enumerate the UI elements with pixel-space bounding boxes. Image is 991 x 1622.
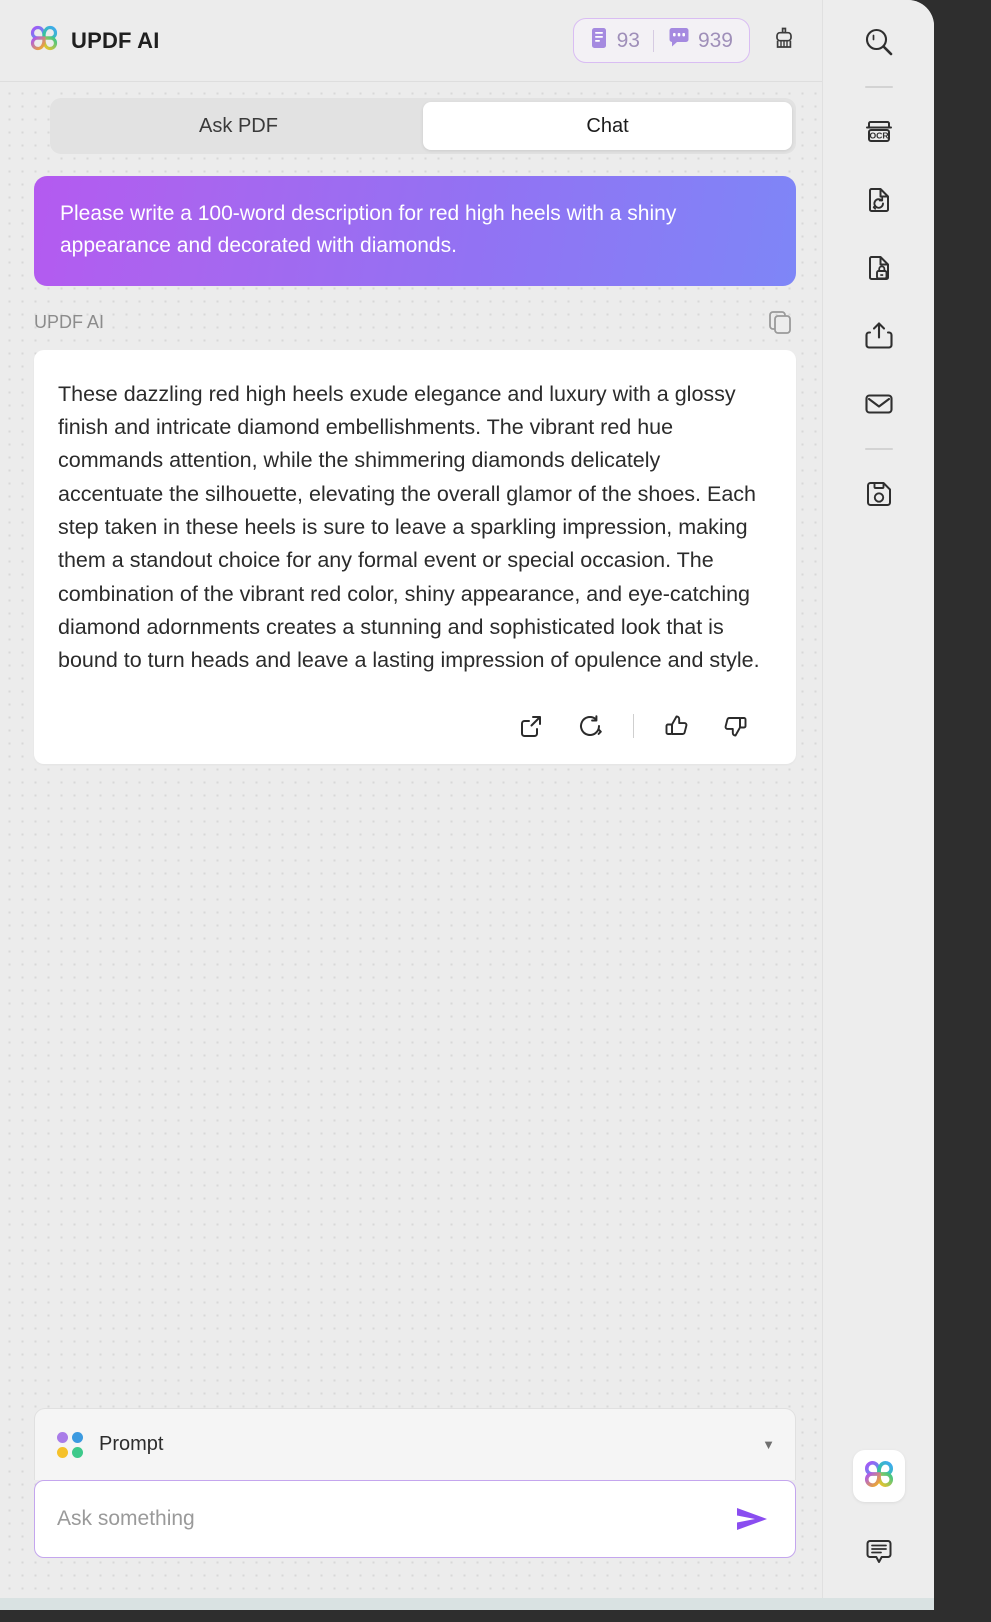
external-link-icon[interactable] (515, 709, 549, 743)
rail-divider-2 (864, 448, 893, 450)
send-arrow-icon[interactable] (729, 1499, 775, 1539)
svg-text:OCR: OCR (869, 130, 889, 140)
bottom-strip (0, 1598, 934, 1610)
updf-panel: UPDF AI 93 939 Ask PDF Chat Please write… (0, 0, 934, 1610)
mode-tabs: Ask PDF Chat (50, 98, 796, 154)
header-right: 93 939 (572, 18, 800, 63)
comment-bubble-icon (862, 1535, 896, 1574)
assistant-label: UPDF AI (34, 312, 105, 333)
assistant-message-text: These dazzling red high heels exude eleg… (58, 381, 760, 673)
messages-count-value: 939 (697, 28, 733, 52)
assistant-header-row: UPDF AI (34, 306, 796, 340)
document-lock-icon (862, 251, 896, 290)
rail-protect[interactable] (853, 244, 905, 296)
chat-body: Ask PDF Chat Please write a 100-word des… (0, 82, 822, 1610)
rail-search[interactable] (853, 18, 905, 70)
actions-divider (633, 713, 634, 738)
four-color-dots-icon (57, 1431, 83, 1458)
usage-counts-badge: 93 939 (572, 18, 750, 63)
tab-ask-pdf[interactable]: Ask PDF (54, 102, 423, 150)
share-upload-icon (862, 319, 896, 358)
prompt-selector[interactable]: Prompt ▼ (34, 1408, 796, 1480)
convert-document-icon (862, 183, 896, 222)
copy-icon[interactable] (766, 308, 796, 338)
ocr-icon: OCR (862, 115, 896, 154)
thumbs-down-icon[interactable] (718, 709, 752, 743)
counts-divider (652, 29, 654, 52)
chat-header: UPDF AI 93 939 (0, 0, 822, 82)
composer: Prompt ▼ (34, 1408, 796, 1558)
brush-icon[interactable] (768, 23, 800, 59)
updf-clover-logo-icon (28, 22, 60, 59)
floppy-save-icon (862, 477, 896, 516)
rail-comments[interactable] (853, 1528, 905, 1580)
rail-updf-ai[interactable] (852, 1450, 905, 1502)
chevron-down-icon[interactable]: ▼ (762, 1437, 775, 1452)
app-window: UPDF AI 93 939 Ask PDF Chat Please write… (0, 0, 991, 1622)
ask-input[interactable] (57, 1507, 729, 1531)
page-title: UPDF AI (71, 27, 160, 53)
refresh-icon[interactable] (573, 709, 607, 743)
tab-chat[interactable]: Chat (423, 102, 792, 150)
search-icon (862, 25, 896, 64)
assistant-actions (58, 704, 766, 748)
thumbs-up-icon[interactable] (660, 709, 694, 743)
tool-rail: OCR (822, 0, 934, 1610)
assistant-answer-card: These dazzling red high heels exude eleg… (34, 349, 796, 764)
chat-column: UPDF AI 93 939 Ask PDF Chat Please write… (0, 0, 822, 1610)
rail-email[interactable] (853, 380, 905, 432)
document-pages-icon (590, 27, 610, 54)
pages-count-value: 93 (616, 28, 640, 52)
envelope-icon (862, 387, 896, 426)
brand: UPDF AI (28, 22, 160, 59)
updf-clover-logo-icon (862, 1457, 896, 1496)
pages-count: 93 (590, 27, 640, 54)
rail-share[interactable] (853, 312, 905, 364)
window-frame (931, 0, 991, 1622)
rail-convert[interactable] (853, 176, 905, 228)
rail-ocr[interactable]: OCR (853, 108, 905, 160)
ask-input-box[interactable] (34, 1480, 796, 1558)
rail-save[interactable] (853, 470, 905, 522)
messages-count: 939 (667, 27, 733, 54)
chat-bubble-icon (667, 27, 691, 54)
prompt-label: Prompt (99, 1433, 164, 1455)
user-message-bubble: Please write a 100-word description for … (34, 176, 796, 286)
rail-divider-1 (864, 86, 893, 88)
